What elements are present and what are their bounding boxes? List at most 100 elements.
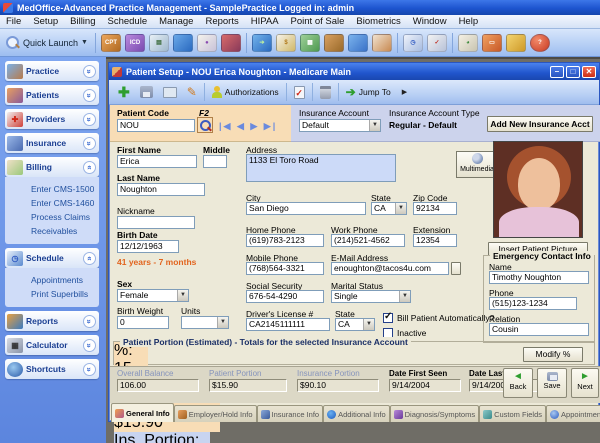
emergency-phone-input[interactable]: (515)123-1234 [489,297,577,310]
multimedia-button[interactable]: Multimedia [456,151,498,178]
menu-window[interactable]: Window [407,16,453,27]
email-input[interactable]: enoughton@tacos4u.com [331,262,449,275]
cpt-codes-folder-icon[interactable]: CPT [101,34,121,52]
sidebar-item-enter-cms-1460[interactable]: Enter CMS-1460 [31,196,99,210]
menu-billing[interactable]: Billing [64,16,101,27]
first-name-input[interactable]: Erica [117,155,197,168]
claims-grid-icon[interactable]: ▦ [300,34,320,52]
help-icon[interactable]: ? [530,34,550,52]
menu-schedule[interactable]: Schedule [102,16,154,27]
minimize-button[interactable]: – [550,66,564,78]
birth-date-input[interactable]: 12/12/1963 [117,240,179,253]
sidebar-item-receivables[interactable]: Receivables [31,224,99,238]
sidebar-item-practice[interactable]: Practice » [5,61,99,81]
menu-help[interactable]: Help [453,16,485,27]
chevron-up-icon[interactable]: » [83,161,96,174]
menu-reports[interactable]: Reports [199,16,244,27]
schedule-clipboard-icon[interactable]: ◷ [403,34,423,52]
menu-setup[interactable]: Setup [27,16,64,27]
sidebar-item-providers[interactable]: ✚ Providers » [5,109,99,129]
chevron-down-icon[interactable]: » [83,363,96,376]
email-browse-button[interactable] [451,262,461,275]
tab-appointments[interactable]: Appointments [546,405,600,422]
workstation-icon[interactable] [348,34,368,52]
print-card-button[interactable] [158,82,182,103]
address-input[interactable]: 1133 El Toro Road [246,154,396,182]
chevron-down-icon[interactable]: » [83,339,96,352]
quick-launch-dropdown-icon[interactable]: ▼ [81,39,88,46]
window-title-bar[interactable]: Patient Setup - NOU Erica Noughton - Med… [109,63,599,80]
close-button[interactable]: ✕ [582,66,596,78]
menu-point-of-sale[interactable]: Point of Sale [285,16,351,27]
icd-codes-folder-icon[interactable]: ICD [125,34,145,52]
jump-to-button[interactable]: ➔ Jump To ▶ [341,82,412,103]
extension-input[interactable]: 12354 [413,234,457,247]
state-select[interactable]: CA▼ [371,202,407,215]
inventory-box-icon[interactable] [324,34,344,52]
sidebar-item-process-claims[interactable]: Process Claims [31,210,99,224]
reports-pie-chart-icon[interactable]: ◕ [458,34,478,52]
menu-file[interactable]: File [0,16,27,27]
units-select[interactable]: ▼ [181,316,229,329]
security-lock-icon[interactable] [506,34,526,52]
window-monitor-icon[interactable]: ▭ [482,34,502,52]
save-button[interactable]: Save [537,368,567,398]
authorizations-button[interactable]: Authorizations [207,82,284,103]
bill-patient-checkbox[interactable] [383,313,393,323]
billing-coins-icon[interactable]: $ [276,34,296,52]
sidebar-item-print-superbills[interactable]: Print Superbills [31,287,99,301]
emergency-name-input[interactable]: Timothy Noughton [489,271,589,284]
work-phone-input[interactable]: (214)521-4562 [331,234,405,247]
sidebar-item-schedule[interactable]: ◷ Schedule » [5,248,99,268]
menu-biometrics[interactable]: Biometrics [350,16,406,27]
chevron-down-icon[interactable]: » [83,315,96,328]
tab-insurance-info[interactable]: Insurance Info [257,405,324,422]
sidebar-item-appointments[interactable]: Appointments [31,273,99,287]
calendar-check-icon[interactable]: ✓ [427,34,447,52]
lab-monitor-icon[interactable] [173,34,193,52]
modify-percent-button[interactable]: Modify % [523,347,583,362]
tab-general-info[interactable]: General Info [111,403,174,422]
chevron-down-icon[interactable]: » [83,89,96,102]
add-new-insurance-acct-button[interactable]: Add New Insurance Acct [487,116,593,132]
dl-state-select[interactable]: CA▼ [335,318,375,331]
chevron-down-icon[interactable]: » [83,65,96,78]
sex-select[interactable]: Female▼ [117,289,189,302]
menu-hipaa[interactable]: HIPAA [245,16,285,27]
emergency-relation-input[interactable]: Cousin [489,323,589,336]
zip-input[interactable]: 92134 [413,202,457,215]
record-nav-arrows[interactable]: |◀ ◀ ▶ ▶| [219,121,277,132]
delete-button[interactable] [315,82,336,103]
last-name-input[interactable]: Noughton [117,183,205,196]
mobile-phone-input[interactable]: (768)564-3321 [246,262,324,275]
insurance-account-select[interactable]: Default▼ [299,119,381,132]
back-button[interactable]: ◄ Back [503,368,533,398]
tab-employer-hold-info[interactable]: Employer/Hold Info [174,405,257,422]
marital-status-select[interactable]: Single▼ [331,290,411,303]
birth-weight-input[interactable]: 0 [117,316,169,329]
sidebar-item-shortcuts[interactable]: Shortcuts » [5,359,99,379]
sidebar-item-reports[interactable]: Reports » [5,311,99,331]
maximize-button[interactable]: □ [566,66,580,78]
tab-diagnosis-symptoms[interactable]: Diagnosis/Symptoms [390,405,479,422]
home-phone-input[interactable]: (619)783-2123 [246,234,324,247]
chevron-down-icon[interactable]: » [83,137,96,150]
sidebar-item-billing[interactable]: Billing » [5,157,99,177]
tab-additional-info[interactable]: Additional Info [323,405,390,422]
sidebar-item-enter-cms-1500[interactable]: Enter CMS-1500 [31,182,99,196]
city-input[interactable]: San Diego [246,202,366,215]
verify-button[interactable]: ✓ [289,82,310,103]
edit-button[interactable]: ✎ [182,82,202,103]
quick-launch-magnifier-icon[interactable] [6,36,19,49]
chevron-up-icon[interactable]: » [83,252,96,265]
menu-manage[interactable]: Manage [153,16,199,27]
sidebar-item-calculator[interactable]: ▦ Calculator » [5,335,99,355]
tab-custom-fields[interactable]: Custom Fields [479,405,546,422]
certificate-icon[interactable]: ● [197,34,217,52]
nickname-input[interactable] [117,216,195,229]
transfer-monitor-icon[interactable]: ➔ [252,34,272,52]
patient-search-button[interactable] [197,117,213,133]
employee-file-icon[interactable] [372,34,392,52]
sidebar-item-insurance[interactable]: Insurance » [5,133,99,153]
save-patient-button[interactable] [135,82,158,103]
